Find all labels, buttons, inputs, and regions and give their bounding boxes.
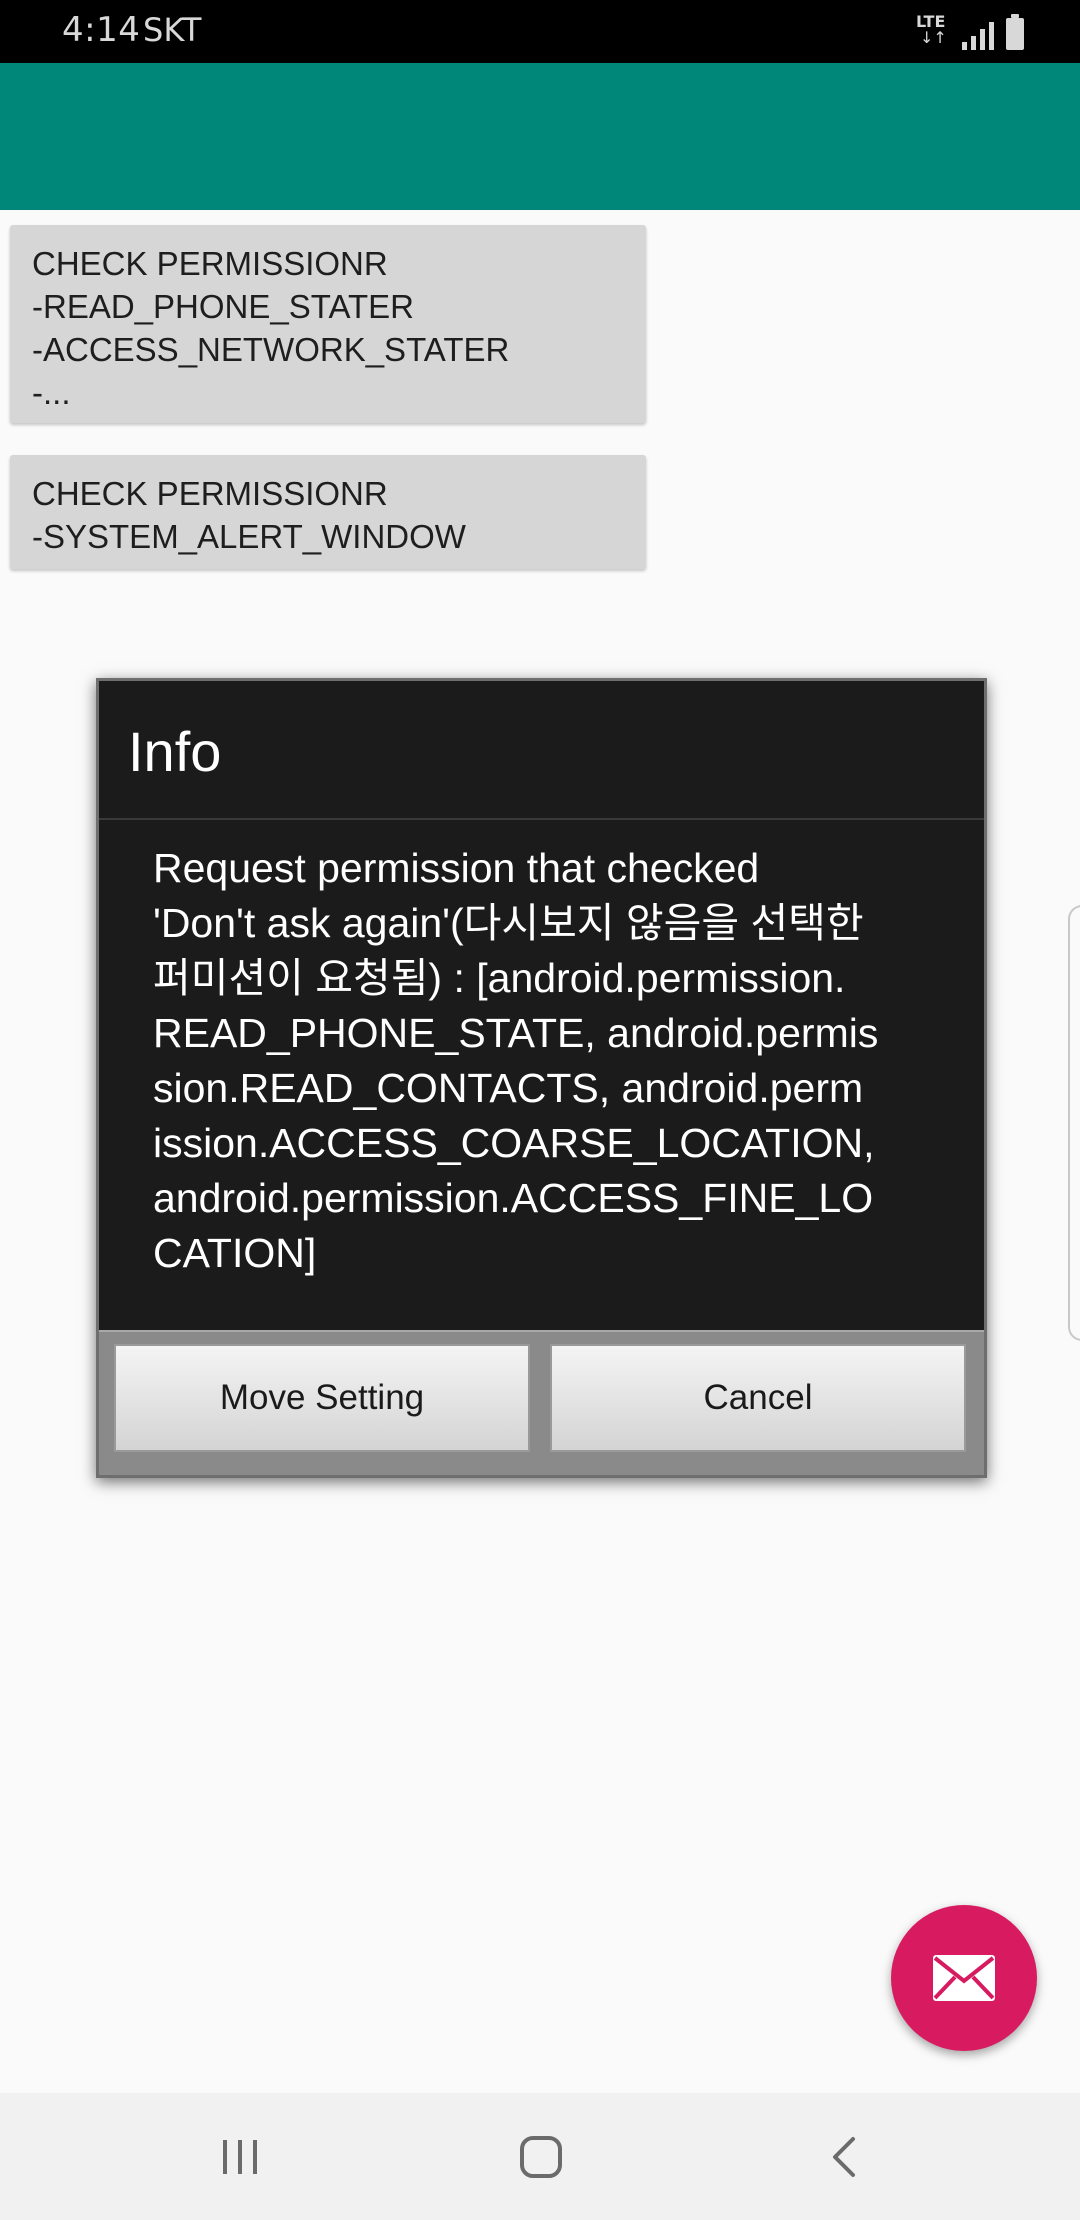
home-button[interactable] xyxy=(511,2131,571,2183)
lte-icon: LTE ↓↑ xyxy=(916,12,950,50)
dialog-divider xyxy=(99,818,984,820)
message-line: 'Don't ask again'(다시보지 않음을 선택한 xyxy=(153,900,864,946)
message-line: CATION] xyxy=(153,1230,317,1276)
message-line: sion.READ_CONTACTS, android.perm xyxy=(153,1065,864,1111)
compose-fab[interactable] xyxy=(891,1905,1037,2051)
app-bar xyxy=(0,63,1080,210)
message-line: ission.ACCESS_COARSE_LOCATION, xyxy=(153,1120,875,1166)
message-line: android.permission.ACCESS_FINE_LO xyxy=(153,1175,874,1221)
dialog-button-bar: Move Setting Cancel xyxy=(99,1330,984,1475)
navigation-bar xyxy=(0,2093,1080,2220)
check-permission-button-phone-network[interactable]: CHECK PERMISSIONR -READ_PHONE_STATER -AC… xyxy=(10,225,646,423)
battery-icon xyxy=(1006,14,1024,50)
recents-button[interactable] xyxy=(210,2131,270,2183)
back-button[interactable] xyxy=(814,2131,874,2183)
home-icon xyxy=(520,2136,562,2178)
lte-arrows: ↓↑ xyxy=(920,28,947,47)
button-line: -... xyxy=(32,374,71,411)
button-line: CHECK PERMISSIONR xyxy=(32,245,388,282)
status-carrier: SKT xyxy=(143,11,202,49)
signal-icon xyxy=(962,20,994,50)
button-line: -READ_PHONE_STATER xyxy=(32,288,415,325)
mail-icon xyxy=(933,1955,995,2001)
message-line: READ_PHONE_STATE, android.permis xyxy=(153,1010,879,1056)
status-time: 4:14 xyxy=(62,10,141,50)
info-dialog: Info Request permission that checked 'Do… xyxy=(96,678,987,1478)
button-line: -SYSTEM_ALERT_WINDOW xyxy=(32,518,466,555)
cancel-button[interactable]: Cancel xyxy=(550,1344,966,1452)
status-bar: 4:14 SKT LTE ↓↑ xyxy=(0,0,1080,63)
back-icon xyxy=(833,2137,855,2177)
message-line: 퍼미션이 요청됨) : [android.permission. xyxy=(153,955,846,1001)
dialog-title: Info xyxy=(128,720,222,783)
recents-icon xyxy=(223,2140,257,2174)
dialog-message: Request permission that checked 'Don't a… xyxy=(153,841,953,1281)
button-line: -ACCESS_NETWORK_STATER xyxy=(32,331,510,368)
move-setting-button[interactable]: Move Setting xyxy=(114,1344,530,1452)
message-line: Request permission that checked xyxy=(153,845,760,891)
edge-panel-handle[interactable] xyxy=(1068,905,1080,1341)
check-permission-button-system-alert[interactable]: CHECK PERMISSIONR -SYSTEM_ALERT_WINDOW xyxy=(10,455,646,569)
status-icons: LTE ↓↑ xyxy=(916,12,1024,50)
button-line: CHECK PERMISSIONR xyxy=(32,475,388,512)
